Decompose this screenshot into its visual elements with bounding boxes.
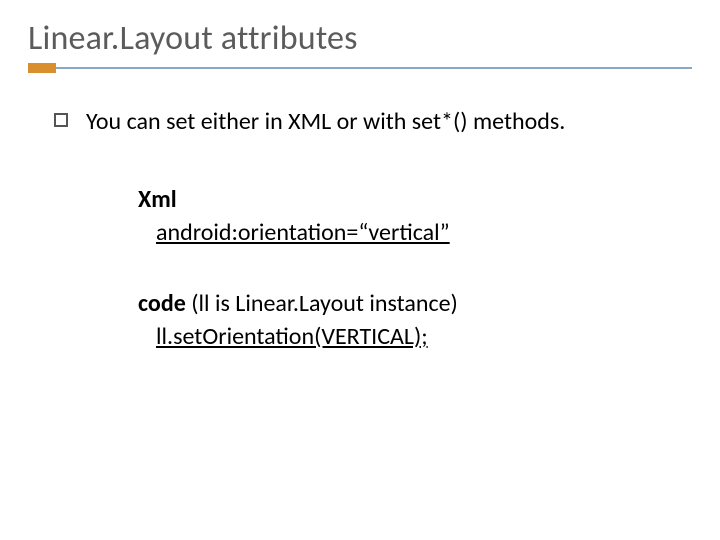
xml-code-line: android:orientation=“vertical” <box>156 218 692 247</box>
code-block: code (ll is Linear.Layout instance) ll.s… <box>138 289 692 351</box>
xml-label: Xml <box>138 185 177 214</box>
slide: Linear.Layout attributes You can set eit… <box>0 0 720 540</box>
bullet-text: You can set either in XML or with set*()… <box>86 107 565 137</box>
title-rule <box>28 63 692 73</box>
code-code-line: ll.setOrientation(VERTICAL); <box>156 322 692 351</box>
slide-title: Linear.Layout attributes <box>28 18 692 59</box>
bullet-item: You can set either in XML or with set*()… <box>54 107 692 137</box>
slide-body: You can set either in XML or with set*()… <box>28 107 692 351</box>
rule-line <box>28 67 692 69</box>
code-label: code <box>138 289 186 318</box>
code-label-note: (ll is Linear.Layout instance) <box>186 289 458 318</box>
rule-accent <box>28 63 56 73</box>
square-bullet-icon <box>54 113 68 127</box>
xml-block: Xml android:orientation=“vertical” <box>138 185 692 247</box>
